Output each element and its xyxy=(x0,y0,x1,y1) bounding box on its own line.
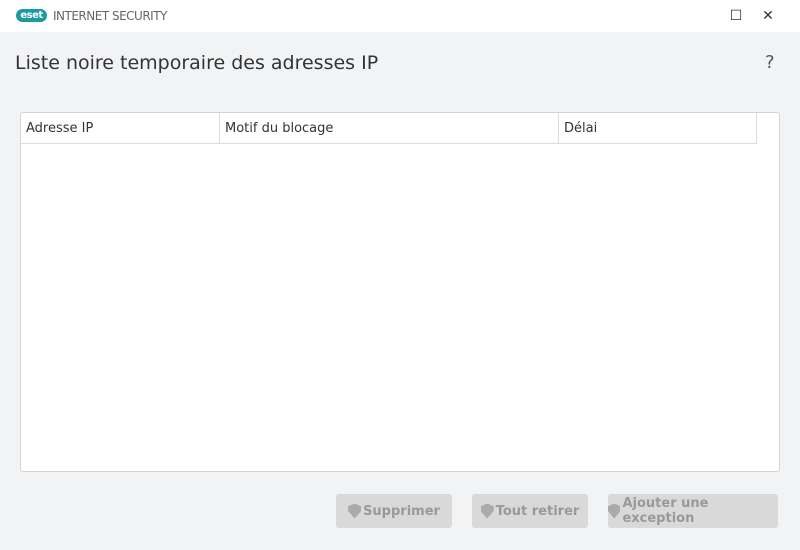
remove-all-button[interactable]: Tout retirer xyxy=(472,494,588,528)
delete-button[interactable]: Supprimer xyxy=(336,494,452,528)
ip-blacklist-table: Adresse IP Motif du blocage Délai xyxy=(20,112,780,472)
help-button[interactable]: ? xyxy=(765,52,775,73)
column-header-reason[interactable]: Motif du blocage xyxy=(220,113,559,144)
close-button[interactable]: ✕ xyxy=(756,4,780,28)
page-title: Liste noire temporaire des adresses IP xyxy=(15,52,379,74)
shield-icon xyxy=(348,503,362,519)
add-exception-button[interactable]: Ajouter une exception xyxy=(608,494,778,528)
remove-all-label: Tout retirer xyxy=(495,503,580,519)
delete-label: Supprimer xyxy=(363,503,440,519)
title-bar: eset INTERNET SECURITY ☐ ✕ xyxy=(0,0,800,32)
shield-icon xyxy=(480,503,494,519)
shield-icon xyxy=(608,503,621,519)
column-header-ip[interactable]: Adresse IP xyxy=(21,113,220,144)
column-header-timeout[interactable]: Délai xyxy=(559,113,757,144)
maximize-button[interactable]: ☐ xyxy=(724,4,748,28)
add-exception-label: Ajouter une exception xyxy=(622,496,709,526)
eset-logo: eset xyxy=(16,9,47,22)
app-name: INTERNET SECURITY xyxy=(53,9,167,23)
